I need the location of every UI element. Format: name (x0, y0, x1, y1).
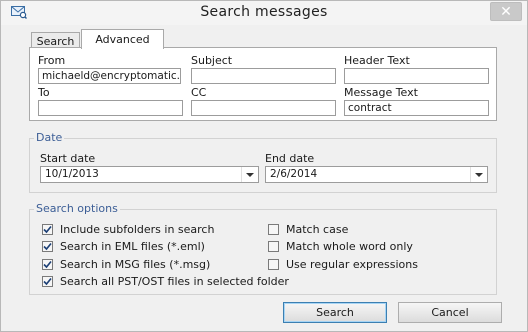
search-options-title: Search options (34, 202, 120, 215)
match-whole-word-checkbox[interactable]: Match whole word only (268, 240, 413, 253)
chevron-down-icon[interactable] (241, 167, 258, 182)
window-title: Search messages (200, 4, 328, 20)
search-eml-checkbox[interactable]: Search in EML files (*.eml) (42, 240, 205, 253)
header-text-label: Header Text (344, 54, 410, 67)
cancel-button[interactable]: Cancel (398, 302, 502, 323)
checkbox-checked-icon[interactable] (42, 224, 53, 235)
match-whole-word-label: Match whole word only (286, 240, 413, 253)
search-all-pst-checkbox[interactable]: Search all PST/OST files in selected fol… (42, 275, 289, 288)
search-eml-label: Search in EML files (*.eml) (60, 240, 205, 253)
search-msg-label: Search in MSG files (*.msg) (60, 258, 211, 271)
close-button[interactable]: ✕ (490, 2, 522, 21)
include-subfolders-checkbox[interactable]: Include subfolders in search (42, 223, 214, 236)
close-icon: ✕ (500, 3, 512, 20)
checkbox-unchecked-icon[interactable] (268, 259, 279, 270)
date-group-title: Date (34, 131, 65, 144)
header-text-field[interactable] (344, 68, 489, 84)
to-label: To (38, 86, 50, 99)
start-date-label: Start date (40, 152, 96, 165)
checkbox-checked-icon[interactable] (42, 259, 53, 270)
start-date-value: 10/1/2013 (45, 168, 99, 180)
start-date-picker[interactable]: 10/1/2013 (40, 166, 259, 183)
cc-label: CC (191, 86, 207, 99)
from-label: From (38, 54, 66, 67)
chevron-down-icon[interactable] (470, 167, 487, 182)
cc-field[interactable] (191, 100, 336, 116)
search-all-pst-label: Search all PST/OST files in selected fol… (60, 275, 289, 288)
from-field[interactable]: michaeld@encryptomatic. (38, 68, 181, 84)
to-field[interactable] (38, 100, 183, 116)
checkbox-unchecked-icon[interactable] (268, 224, 279, 235)
match-case-checkbox[interactable]: Match case (268, 223, 348, 236)
checkbox-checked-icon[interactable] (42, 276, 53, 287)
subject-field[interactable] (191, 68, 336, 84)
advanced-tab-panel: From michaeld@encryptomatic. Subject Hea… (29, 47, 497, 121)
subject-label: Subject (191, 54, 233, 67)
search-button[interactable]: Search (283, 302, 387, 323)
checkbox-checked-icon[interactable] (42, 241, 53, 252)
end-date-value: 2/6/2014 (270, 168, 318, 180)
search-msg-checkbox[interactable]: Search in MSG files (*.msg) (42, 258, 210, 271)
title-bar: Search messages ✕ (1, 1, 527, 25)
checkbox-unchecked-icon[interactable] (268, 241, 279, 252)
end-date-picker[interactable]: 2/6/2014 (265, 166, 488, 183)
message-text-label: Message Text (344, 86, 418, 99)
search-messages-dialog: Search messages ✕ Search Advanced From m… (0, 0, 528, 332)
end-date-label: End date (265, 152, 315, 165)
regex-checkbox[interactable]: Use regular expressions (268, 258, 418, 271)
message-text-field[interactable]: contract (344, 100, 489, 116)
include-subfolders-label: Include subfolders in search (60, 223, 215, 236)
regex-label: Use regular expressions (286, 258, 418, 271)
tab-advanced[interactable]: Advanced (81, 29, 164, 49)
match-case-label: Match case (286, 223, 349, 236)
